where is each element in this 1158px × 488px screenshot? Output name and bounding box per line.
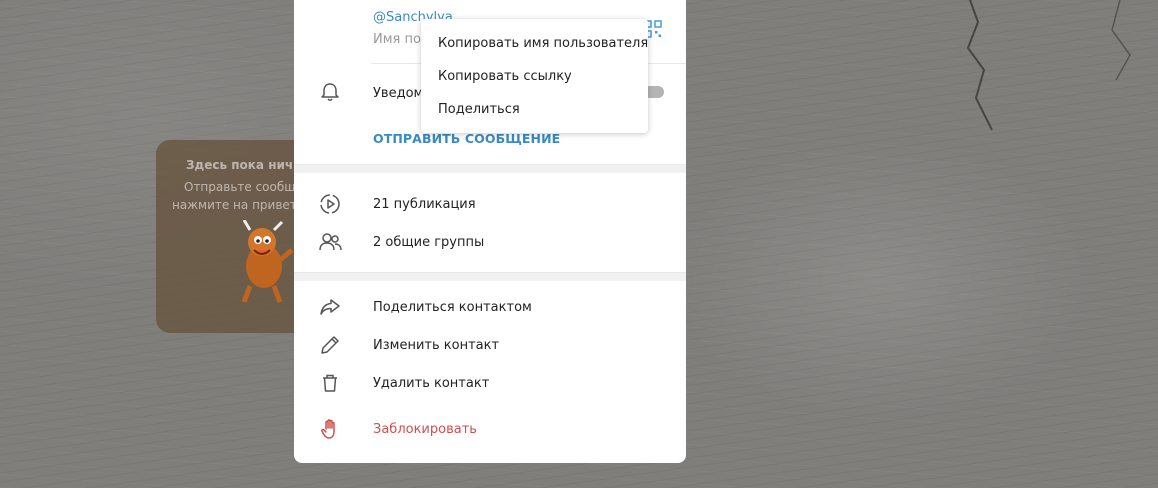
share-contact-row[interactable]: Поделиться контактом: [373, 300, 532, 315]
greeting-sticker[interactable]: [236, 220, 296, 306]
section-separator: [294, 164, 686, 173]
bell-icon: [321, 83, 339, 101]
edit-contact-row[interactable]: Изменить контакт: [373, 338, 499, 353]
publications-row[interactable]: 21 публикация: [373, 197, 476, 212]
menu-item-copy-username[interactable]: Копировать имя пользователя: [421, 27, 648, 60]
menu-item-share[interactable]: Поделиться: [421, 93, 648, 126]
section-separator-2: [294, 272, 686, 281]
empty-chat-text-2: нажмите на привет: [172, 198, 297, 212]
block-user-row[interactable]: Заблокировать: [373, 422, 477, 437]
background-crack: [966, 0, 1131, 131]
delete-contact-row[interactable]: Удалить контакт: [373, 376, 489, 391]
trash-icon: [323, 374, 337, 392]
common-groups-row[interactable]: 2 общие группы: [373, 235, 484, 250]
stories-icon: [320, 194, 340, 214]
pencil-icon: [321, 336, 339, 354]
hand-block-icon: [321, 419, 335, 439]
send-message-button[interactable]: ОТПРАВИТЬ СООБЩЕНИЕ: [373, 131, 560, 146]
menu-item-copy-link[interactable]: Копировать ссылку: [421, 60, 648, 93]
groups-icon: [319, 233, 342, 251]
empty-chat-text: Отправьте сообщ: [184, 180, 296, 194]
notifications-label: Уведом: [373, 86, 424, 101]
username-context-menu: Копировать имя пользователя Копировать с…: [421, 19, 648, 133]
share-icon: [320, 299, 340, 315]
